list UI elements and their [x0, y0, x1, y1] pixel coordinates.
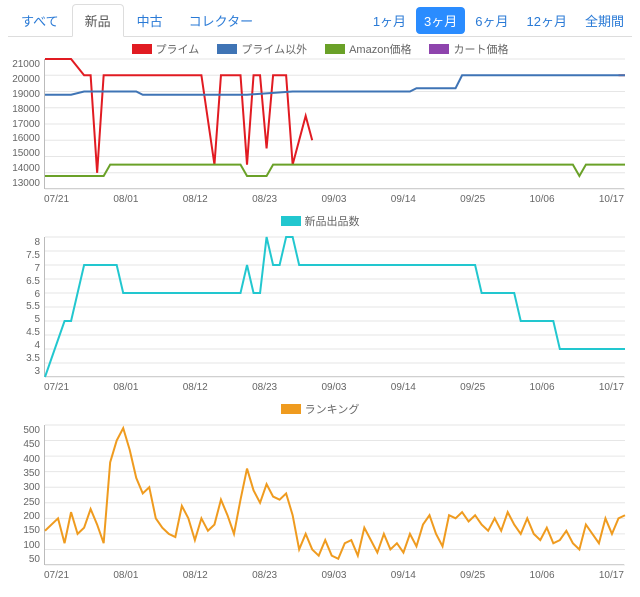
legend-label: プライム以外 — [241, 41, 307, 57]
period-tabs: 1ヶ月3ヶ月6ヶ月12ヶ月全期間 — [365, 7, 632, 34]
period-tab-3[interactable]: 12ヶ月 — [519, 7, 575, 34]
rank-plot — [44, 425, 624, 565]
type-tab-0[interactable]: すべて — [8, 4, 72, 36]
legend-count: 新品出品数 — [8, 213, 632, 229]
price-y-axis: 2100020000190001800017000160001500014000… — [8, 59, 40, 189]
type-tab-1[interactable]: 新品 — [72, 4, 124, 37]
type-tab-2[interactable]: 中古 — [124, 4, 176, 36]
count-chart: 87.576.565.554.543.53 07/2108/0108/1208/… — [8, 237, 632, 397]
legend-label: ランキング — [305, 401, 360, 417]
legend-swatch — [429, 44, 449, 54]
legend-price: プライム プライム以外 Amazon価格 カート価格 — [8, 41, 632, 57]
count-plot — [44, 237, 624, 377]
tabs-row: すべて新品中古コレクター 1ヶ月3ヶ月6ヶ月12ヶ月全期間 — [8, 4, 632, 36]
legend-item[interactable]: Amazon価格 — [325, 41, 411, 57]
legend-swatch — [325, 44, 345, 54]
legend-item[interactable]: 新品出品数 — [281, 213, 360, 229]
legend-label: Amazon価格 — [349, 41, 411, 57]
rank-y-axis: 50045040035030025020015010050 — [8, 425, 40, 565]
legend-label: カート価格 — [453, 41, 508, 57]
period-tab-0[interactable]: 1ヶ月 — [365, 7, 414, 34]
period-tab-2[interactable]: 6ヶ月 — [467, 7, 516, 34]
legend-item[interactable]: プライム以外 — [217, 41, 307, 57]
legend-label: プライム — [156, 41, 200, 57]
type-tabs: すべて新品中古コレクター — [8, 4, 266, 36]
legend-swatch — [132, 44, 152, 54]
legend-item[interactable]: ランキング — [281, 401, 360, 417]
legend-item[interactable]: カート価格 — [429, 41, 508, 57]
price-chart: 2100020000190001800017000160001500014000… — [8, 59, 632, 209]
legend-swatch — [281, 404, 301, 414]
price-x-axis: 07/2108/0108/1208/2309/0309/1409/2510/06… — [44, 194, 624, 205]
period-tab-1[interactable]: 3ヶ月 — [416, 7, 465, 34]
legend-rank: ランキング — [8, 401, 632, 417]
legend-label: 新品出品数 — [305, 213, 360, 229]
count-x-axis: 07/2108/0108/1208/2309/0309/1409/2510/06… — [44, 382, 624, 393]
price-plot — [44, 59, 624, 189]
count-y-axis: 87.576.565.554.543.53 — [8, 237, 40, 377]
rank-chart: 50045040035030025020015010050 07/2108/01… — [8, 425, 632, 585]
legend-swatch — [281, 216, 301, 226]
legend-swatch — [217, 44, 237, 54]
period-tab-4[interactable]: 全期間 — [577, 7, 632, 34]
rank-x-axis: 07/2108/0108/1208/2309/0309/1409/2510/06… — [44, 570, 624, 581]
type-tab-3[interactable]: コレクター — [176, 4, 266, 36]
legend-item[interactable]: プライム — [132, 41, 200, 57]
